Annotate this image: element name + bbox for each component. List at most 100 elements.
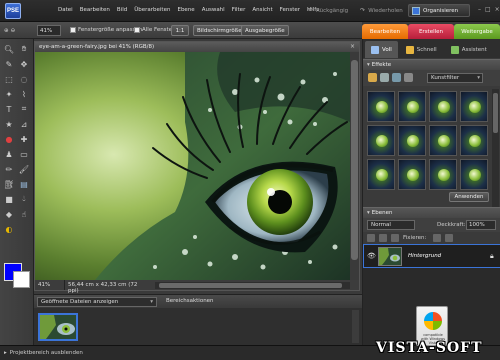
new-layer-icon[interactable] [367, 234, 375, 242]
straighten-icon[interactable]: ⊿ [18, 118, 30, 130]
menu-item[interactable]: Bild [117, 7, 127, 13]
bin-show-select[interactable]: Geöffnete Dateien anzeigen ▾ [37, 297, 157, 307]
redo-button[interactable]: ↷ Wiederholen [360, 7, 403, 14]
document-vertical-scrollbar[interactable] [350, 52, 359, 280]
all-windows-checkbox[interactable]: Alle Fenster [134, 27, 174, 33]
adjustment-layer-icon[interactable] [379, 234, 387, 242]
effect-thumbnail[interactable] [398, 125, 426, 156]
effect-thumbnail[interactable] [460, 91, 488, 122]
fit-window-checkbox[interactable]: Fenstergröße anpassen [70, 27, 142, 33]
delete-layer-icon[interactable] [391, 234, 399, 242]
lock-transparency-icon[interactable] [433, 234, 441, 242]
checkbox-box[interactable] [70, 27, 76, 33]
effect-thumbnail[interactable] [367, 91, 395, 122]
menu-item[interactable]: Überarbeiten [134, 7, 170, 13]
paint-bucket-icon[interactable]: ⛽︎ [3, 178, 15, 190]
effect-thumbnail[interactable] [367, 159, 395, 190]
tab-quick-fix[interactable]: Schnell [400, 41, 443, 58]
move-tool-icon[interactable]: ✥ [18, 58, 30, 70]
effect-thumbnail[interactable] [367, 125, 395, 156]
menu-item[interactable]: Ebene [177, 7, 194, 13]
bin-actions-menu[interactable]: Bereichsaktionen [166, 298, 214, 304]
hide-project-bin-toggle[interactable]: ▸ Projektbereich ausblenden [4, 350, 83, 356]
layers-panel-header[interactable]: ▾ Ebenen [363, 207, 500, 218]
menu-item[interactable]: Datei [58, 7, 73, 13]
tab-edit[interactable]: Bearbeiten [362, 24, 408, 39]
tab-full-edit[interactable]: Voll [365, 41, 398, 58]
eye-icon[interactable]: 👁︎ [367, 252, 376, 260]
minimize-icon[interactable]: – [478, 6, 481, 13]
print-size-button[interactable]: Ausgabegröße [241, 25, 289, 36]
effect-thumbnail[interactable] [398, 91, 426, 122]
zoom-out-icon[interactable]: ⊖ [11, 28, 16, 34]
effect-thumbnail[interactable] [460, 125, 488, 156]
cookie-cutter-icon[interactable]: ★ [3, 118, 15, 130]
scroll-thumb[interactable] [159, 283, 342, 288]
effect-thumbnail[interactable] [398, 159, 426, 190]
crop-tool-icon[interactable]: ⌗ [18, 103, 30, 115]
menu-item[interactable]: Fenster [280, 7, 300, 13]
layer-row[interactable]: 👁︎ Hintergrund 🔒︎ [363, 244, 500, 268]
magic-wand-icon[interactable]: ✦ [3, 88, 15, 100]
filters-icon[interactable] [368, 73, 377, 82]
menu-item[interactable]: Filter [232, 7, 246, 13]
brush-icon[interactable]: 🖌︎ [18, 163, 30, 175]
blur-tool-icon[interactable]: 💧︎ [18, 193, 30, 205]
lasso-icon[interactable]: ◌ [18, 73, 30, 85]
close-icon[interactable]: × [495, 6, 500, 13]
effect-thumbnail[interactable] [429, 91, 457, 122]
document-horizontal-scrollbar[interactable] [155, 282, 350, 289]
eraser-icon[interactable]: ▭ [18, 148, 30, 160]
marquee-icon[interactable]: ⬚ [3, 73, 15, 85]
bin-thumbnail[interactable] [38, 313, 78, 341]
opacity-field[interactable]: 100% [466, 220, 496, 230]
dodge-icon[interactable]: ◐ [3, 223, 15, 235]
status-zoom[interactable]: 41% [35, 280, 65, 290]
maximize-icon[interactable]: □ [485, 6, 491, 13]
effects-panel-header[interactable]: ▾ Effekte [363, 59, 500, 70]
zoom-in-icon[interactable]: ⊕ [4, 28, 9, 34]
close-document-icon[interactable]: × [350, 43, 355, 50]
tab-share[interactable]: Weitergabe [454, 24, 500, 39]
selection-brush-icon[interactable]: ⌇ [18, 88, 30, 100]
tab-create[interactable]: Erstellen [408, 24, 454, 39]
image-canvas[interactable] [35, 52, 350, 280]
photo-effects-icon[interactable] [392, 73, 401, 82]
effects-category-select[interactable]: Kunstfilter ▾ [427, 73, 483, 83]
hand-tool-icon[interactable]: ✋︎ [18, 43, 30, 55]
fit-screen-button[interactable]: Bildschirmgröße [193, 25, 246, 36]
red-eye-icon[interactable]: ● [3, 133, 15, 145]
pencil-icon[interactable]: ✏ [3, 163, 15, 175]
menu-item[interactable]: Auswahl [202, 7, 225, 13]
gradient-icon[interactable]: ▤ [18, 178, 30, 190]
scroll-thumb[interactable] [351, 60, 358, 260]
blend-mode-select[interactable]: Normal [367, 220, 415, 230]
effect-thumbnail[interactable] [429, 159, 457, 190]
undo-button[interactable]: ↶ Rückgängig [308, 7, 348, 14]
background-color-swatch[interactable] [13, 271, 30, 288]
actual-pixels-button[interactable]: 1:1 [171, 25, 189, 36]
zoom-tool-icon[interactable]: 🔍︎ [3, 43, 15, 55]
all-effects-icon[interactable] [404, 73, 413, 82]
layer-styles-icon[interactable] [380, 73, 389, 82]
effect-thumbnail[interactable] [429, 125, 457, 156]
apply-effect-button[interactable]: Anwenden [449, 192, 489, 202]
effects-scrollbar[interactable] [492, 89, 499, 224]
healing-brush-icon[interactable]: ✚ [18, 133, 30, 145]
organize-button[interactable]: Organisieren [408, 4, 470, 17]
smudge-icon[interactable]: ☝︎ [18, 208, 30, 220]
menu-item[interactable]: Ansicht [252, 7, 272, 13]
zoom-field[interactable]: 41% [37, 25, 61, 36]
eyedropper-icon[interactable]: ✎ [3, 58, 15, 70]
scroll-thumb[interactable] [493, 93, 498, 133]
sponge-icon[interactable]: ◆ [3, 208, 15, 220]
text-tool-icon[interactable]: T [3, 103, 15, 115]
clone-stamp-icon[interactable]: ♟ [3, 148, 15, 160]
shape-tool-icon[interactable]: ■ [3, 193, 15, 205]
tab-guided[interactable]: Assistent [445, 41, 493, 58]
bin-scrollbar[interactable] [352, 310, 359, 343]
menu-item[interactable]: Bearbeiten [80, 7, 110, 13]
checkbox-box[interactable] [134, 27, 140, 33]
effect-thumbnail[interactable] [460, 159, 488, 190]
lock-all-icon[interactable] [445, 234, 453, 242]
